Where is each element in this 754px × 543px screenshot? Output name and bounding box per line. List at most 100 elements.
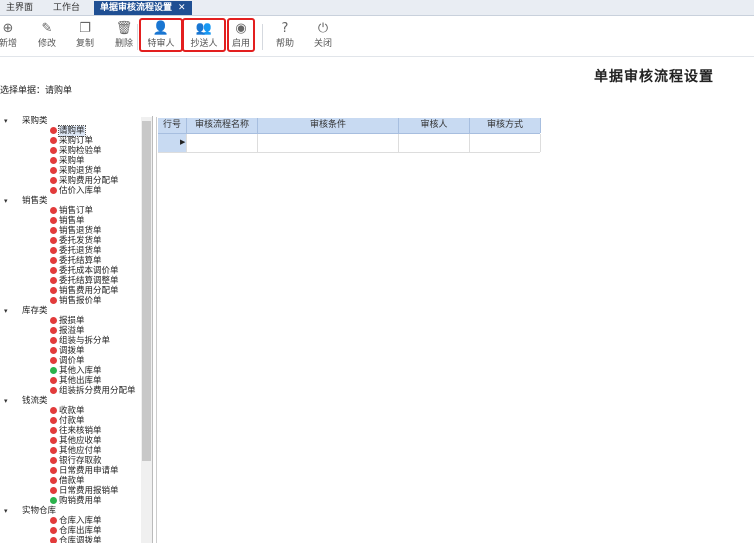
tree-group[interactable]: ▾ 钱流类 [4, 396, 48, 406]
cell-condition[interactable] [258, 134, 399, 152]
tree-item[interactable]: 委托发货单 [50, 236, 102, 246]
tree-item[interactable]: 调拨单 [50, 346, 85, 356]
enable-button[interactable]: ◉ 启用 [227, 18, 255, 52]
help-label: 帮助 [275, 39, 294, 49]
tree-item[interactable]: 销售报价单 [50, 296, 102, 306]
tab-home[interactable]: 主界面 [0, 1, 39, 15]
tree-item-label: 日常费用报销单 [59, 486, 119, 496]
tree-item[interactable]: 付款单 [50, 416, 85, 426]
tree-item-label: 销售费用分配单 [59, 286, 119, 296]
tree-item[interactable]: 报溢单 [50, 326, 85, 336]
tree-item[interactable]: 采购订单 [50, 136, 93, 146]
tree-item[interactable]: 其他应收单 [50, 436, 102, 446]
tree-item-label: 销售退货单 [59, 226, 102, 236]
disabled-icon [50, 387, 57, 394]
disabled-icon [50, 467, 57, 474]
tree-group[interactable]: ▾ 实物仓库 [4, 506, 57, 516]
tab-bar: 主界面 工作台 单据审核流程设置 ✕ [0, 0, 754, 16]
tree-item[interactable]: 往来核销单 [50, 426, 102, 436]
tree-item[interactable]: 委托退货单 [50, 246, 102, 256]
tree-item[interactable]: 采购单 [50, 156, 85, 166]
toolbar-divider [137, 24, 138, 50]
tree-item[interactable]: 销售退货单 [50, 226, 102, 236]
close-icon[interactable]: ✕ [178, 3, 186, 13]
tree-item[interactable]: 组装与拆分单 [50, 336, 110, 346]
tree-item[interactable]: 购销费用单 [50, 496, 102, 506]
disabled-icon [50, 167, 57, 174]
tree-item-label: 收款单 [59, 406, 85, 416]
tree-item[interactable]: 报损单 [50, 316, 85, 326]
tree-item[interactable]: 估价入库单 [50, 186, 102, 196]
cell-flow-name[interactable] [187, 134, 258, 152]
tree-item[interactable]: 其他出库单 [50, 376, 102, 386]
tree-item[interactable]: 银行存取款 [50, 456, 102, 466]
tree-item[interactable]: 销售订单 [50, 206, 93, 216]
tree-group-label: 采购类 [22, 116, 48, 126]
tree-item[interactable]: 销售单 [50, 216, 85, 226]
grid-row[interactable]: ▶ [158, 134, 541, 153]
tree-item[interactable]: 日常费用报销单 [50, 486, 119, 496]
tree-item[interactable]: 收款单 [50, 406, 85, 416]
tree-item-label: 往来核销单 [59, 426, 102, 436]
tree-item[interactable]: 采购退货单 [50, 166, 102, 176]
tree-group-label: 钱流类 [22, 396, 48, 406]
chevron-down-icon[interactable]: ▾ [4, 306, 8, 316]
cell-reviewer[interactable] [399, 134, 470, 152]
help-button[interactable]: ? 帮助 [265, 20, 305, 50]
disabled-icon [50, 187, 57, 194]
tree-item-label: 日常费用申请单 [59, 466, 119, 476]
close-button[interactable]: ⏻ 关闭 [303, 20, 343, 50]
tree-item[interactable]: 采购费用分配单 [50, 176, 119, 186]
tree-item-label: 委托结算调整单 [59, 276, 119, 286]
chevron-down-icon[interactable]: ▾ [4, 196, 8, 206]
tree-item[interactable]: 仓库出库单 [50, 526, 102, 536]
tree-item[interactable]: 委托成本调价单 [50, 266, 119, 276]
tree-group[interactable]: ▾ 销售类 [4, 196, 48, 206]
tree-item[interactable]: 采购检验单 [50, 146, 102, 156]
tree-item-label: 销售单 [59, 216, 85, 226]
tree-item[interactable]: 日常费用申请单 [50, 466, 119, 476]
tree-group[interactable]: ▾ 采购类 [4, 116, 48, 126]
chevron-down-icon[interactable]: ▾ [4, 116, 8, 126]
edit-button[interactable]: ✎ 修改 [27, 20, 67, 50]
tree-group-label: 实物仓库 [22, 506, 57, 516]
add-button[interactable]: ⊕ 新增 [0, 20, 28, 50]
tree-item-label: 调价单 [59, 356, 85, 366]
tree-scrollbar[interactable] [141, 117, 152, 543]
tree-item[interactable]: 借款单 [50, 476, 85, 486]
tree-item-label: 其他出库单 [59, 376, 102, 386]
tree-item[interactable]: 销售费用分配单 [50, 286, 119, 296]
tree-item[interactable]: 组装拆分费用分配单 [50, 386, 136, 396]
chevron-down-icon[interactable]: ▾ [4, 506, 8, 516]
tree-item[interactable]: 其他入库单 [50, 366, 102, 376]
cc-person-button[interactable]: 👥 抄送人 [182, 18, 226, 52]
enable-icon: ◉ [235, 21, 247, 36]
tree-item[interactable]: 其他应付单 [50, 446, 102, 456]
copy-button[interactable]: ❐ 复制 [65, 20, 105, 50]
special-reviewer-button[interactable]: 👤 特审人 [139, 18, 183, 52]
delete-button[interactable]: 🗑 删除 [104, 20, 144, 50]
tree-item-label: 购销费用单 [59, 496, 102, 506]
tree-scrollbar-thumb[interactable] [142, 121, 151, 461]
tree-item-label: 销售订单 [59, 206, 94, 216]
special-reviewer-label: 特审人 [147, 39, 175, 49]
cell-audit-mode[interactable] [470, 134, 541, 152]
disabled-icon [50, 227, 57, 234]
tree-item[interactable]: 调价单 [50, 356, 85, 366]
tree-item[interactable]: 仓库入库单 [50, 516, 102, 526]
disabled-icon [50, 217, 57, 224]
tree-item[interactable]: 仓库调拨单 [50, 536, 102, 543]
delete-label: 删除 [114, 39, 133, 49]
tab-workbench[interactable]: 工作台 [47, 1, 86, 15]
tree-item-label: 仓库入库单 [59, 516, 102, 526]
tab-doc-audit-flow[interactable]: 单据审核流程设置 ✕ [94, 1, 192, 15]
page-title: 单据审核流程设置 [594, 69, 714, 85]
tree-item-label: 其他入库单 [59, 366, 102, 376]
tree-group[interactable]: ▾ 库存类 [4, 306, 48, 316]
tree-item[interactable]: 委托结算调整单 [50, 276, 119, 286]
disabled-icon [50, 147, 57, 154]
tree-item[interactable]: 请购单 [50, 125, 86, 137]
check-icon [50, 497, 57, 504]
tree-item[interactable]: 委托结算单 [50, 256, 102, 266]
chevron-down-icon[interactable]: ▾ [4, 396, 8, 406]
